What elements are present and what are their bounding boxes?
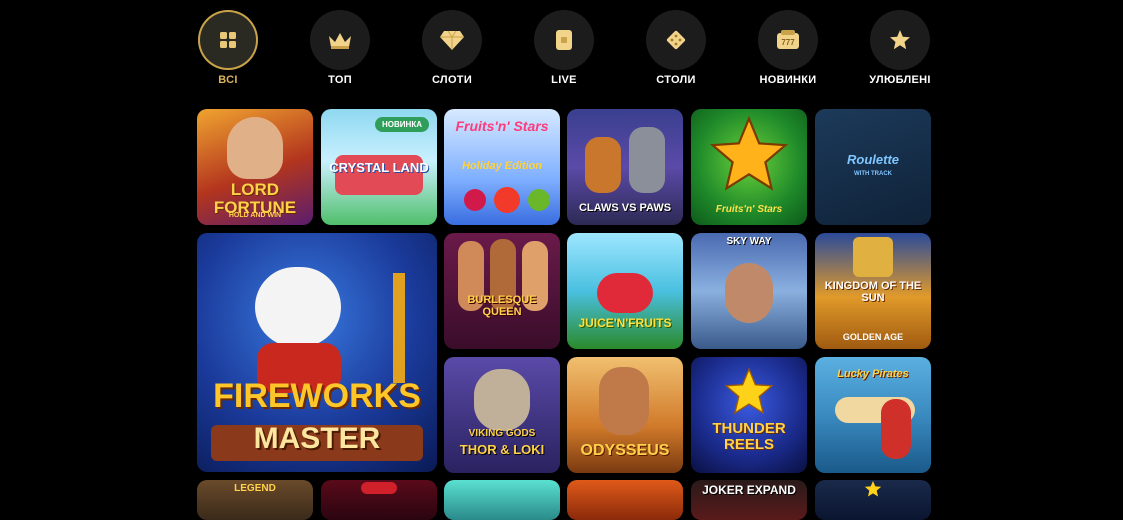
hero-art [599,367,649,435]
game-tile[interactable]: BURLESQUE QUEEN [444,233,560,349]
game-title: THUNDER REELS [712,420,786,453]
fruit-art [464,189,486,211]
diamond-icon [439,29,465,51]
dog-art [585,137,621,193]
game-title: Roulette [847,152,899,167]
game-tile[interactable]: VIKING GODS THOR & LOKI [444,357,560,473]
game-tile[interactable]: Roulette WITH TRACK [815,109,931,225]
game-subtitle: HOLD AND WIN [228,212,282,219]
fruit-art [528,189,550,211]
game-tile[interactable]: LORD FORTUNE HOLD AND WIN [197,109,313,225]
game-title: LEGEND [234,483,276,494]
game-tile[interactable] [444,480,560,520]
nav-label: СЛОТИ [431,74,473,86]
game-subtitle: WITH TRACK [854,171,892,177]
nav-label: СТОЛИ [656,74,696,86]
nav-label: ТОП [328,74,352,86]
nav-label: НОВИНКИ [759,74,817,86]
panda-art [255,267,341,347]
game-tile[interactable]: THUNDER REELS [691,357,807,473]
game-subtitle: Holiday Edition [461,160,543,172]
game-tile[interactable]: JUICE'N'FRUITS [567,233,683,349]
grid-icon [219,31,237,49]
game-title: CRYSTAL LAND [329,160,429,175]
nav-label: LIVE [551,74,577,86]
game-tile[interactable]: Lucky Pirates [815,357,931,473]
pharaoh-art [853,237,893,277]
fruit-art [597,273,653,313]
nav-new[interactable]: 777 НОВИНКИ [748,10,828,90]
game-tile[interactable]: JOKER EXPAND [691,480,807,520]
star-art [709,115,789,191]
nav-all[interactable]: ВСІ [188,10,268,90]
game-tile[interactable]: SKY WAY [691,233,807,349]
fruit-art [494,187,520,213]
nav-tables[interactable]: СТОЛИ [636,10,716,90]
firework-rod-art [393,273,405,383]
game-title: Fruits'n' Stars [715,204,783,215]
pilot-art [725,263,773,323]
game-tile[interactable]: Fruits'n' Stars Holiday Edition [444,109,560,225]
game-title: ODYSSEUS [580,442,670,459]
game-tile[interactable] [321,480,437,520]
game-subtitle: GOLDEN AGE [842,332,904,342]
game-subtitle: THOR & LOKI [459,442,545,457]
game-title: KINGDOM of the SUN [824,280,922,304]
cat-art [629,127,665,193]
game-title: BURLESQUE QUEEN [467,294,537,318]
game-title: Fruits'n' Stars [455,118,549,134]
game-tile[interactable]: LEGEND [197,480,313,520]
game-tile[interactable]: CLAWS vs PAWS [567,109,683,225]
game-tile[interactable]: НОВИНКА CRYSTAL LAND [321,109,437,225]
parrot-art [881,399,911,459]
game-tile-featured[interactable]: FIREWORKS MASTER [197,233,437,472]
star-art [724,367,774,415]
game-subtitle: MASTER [253,422,381,455]
nav-live[interactable]: LIVE [524,10,604,90]
dice-icon [664,28,688,52]
crown-icon [327,30,353,50]
nav-top[interactable]: ТОП [300,10,380,90]
nav-label: ВСІ [218,74,238,86]
tile-art [361,482,397,494]
game-title: VIKING GODS [468,428,536,439]
game-title: Lucky Pirates [837,368,909,380]
nav-slots[interactable]: СЛОТИ [412,10,492,90]
svg-text:777: 777 [781,38,795,47]
nav-label: УЛЮБЛЕНІ [869,74,931,86]
game-tile[interactable]: Fruits'n' Stars [691,109,807,225]
new-badge: НОВИНКА [375,117,429,132]
game-title: FIREWORKS [213,377,421,415]
game-tile[interactable] [567,480,683,520]
star-art [864,480,882,497]
character-art [227,117,283,179]
game-tile[interactable] [815,480,931,520]
nav-favorites[interactable]: УЛЮБЛЕНІ [860,10,940,90]
viking-art [474,369,530,431]
game-tile[interactable]: KINGDOM of the SUN GOLDEN AGE [815,233,931,349]
slot-777-icon: 777 [775,29,801,51]
game-title: JOKER EXPAND [702,483,796,497]
game-title: SKY WAY [726,236,772,247]
game-title: JUICE'N'FRUITS [578,316,672,330]
star-icon [889,29,911,51]
live-card-icon [555,29,573,51]
category-nav: ВСІ ТОП СЛОТИ LIVE СТОЛИ 777 НОВИНКИ УЛЮ… [0,0,1123,100]
game-title: CLAWS vs PAWS [578,202,672,214]
game-tile[interactable]: ODYSSEUS [567,357,683,473]
